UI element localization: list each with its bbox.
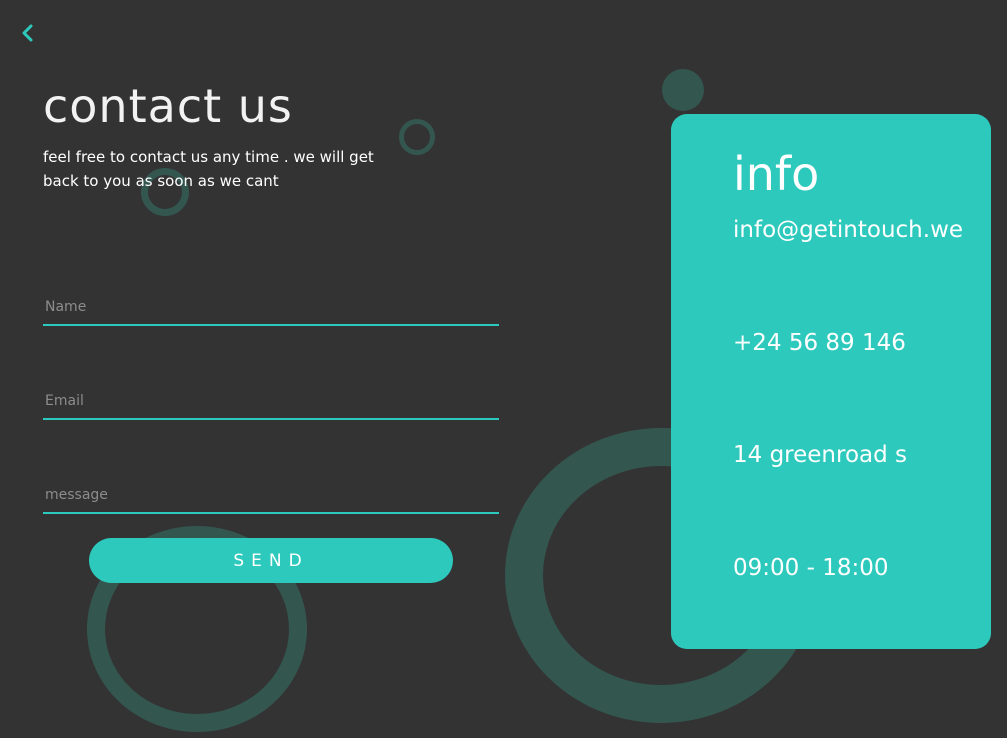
- back-button[interactable]: [17, 22, 39, 44]
- message-field: [43, 464, 499, 514]
- info-address: 14 greenroad s: [733, 442, 908, 468]
- email-field: [43, 370, 499, 420]
- chevron-left-icon: [22, 24, 33, 42]
- page-title: contact us: [43, 79, 293, 133]
- info-title: info: [733, 147, 820, 201]
- info-email: info@getintouch.we: [733, 217, 964, 243]
- name-input[interactable]: [43, 276, 499, 324]
- info-card: info info@getintouch.we +24 56 89 146 14…: [671, 114, 991, 649]
- page-subtitle: feel free to contact us any time . we wi…: [43, 148, 374, 190]
- send-button[interactable]: SEND: [89, 538, 453, 583]
- email-input[interactable]: [43, 370, 499, 418]
- info-phone: +24 56 89 146: [733, 330, 906, 356]
- name-field: [43, 276, 499, 326]
- message-input[interactable]: [43, 464, 499, 512]
- decorative-dot: [662, 69, 704, 111]
- info-hours: 09:00 - 18:00: [733, 555, 889, 581]
